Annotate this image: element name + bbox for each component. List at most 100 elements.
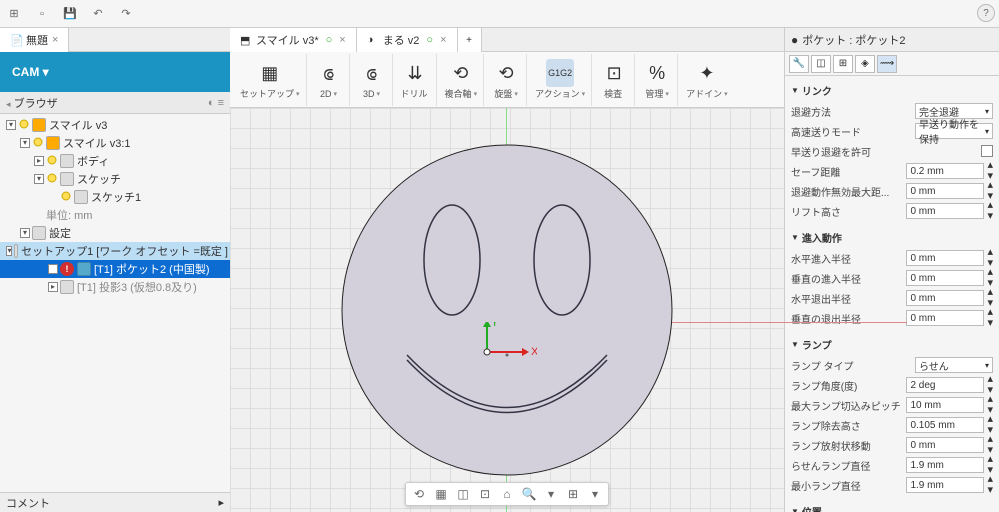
grid-icon[interactable]: ⊞ xyxy=(4,4,24,24)
tree-row[interactable]: ▸[T1] 投影3 (仮想0.8及り) xyxy=(0,278,230,296)
panel-tab-1[interactable]: 🔧 xyxy=(789,55,809,73)
tree-row[interactable]: ▸![T1] ポケット2 (中国製) xyxy=(0,260,230,278)
view-control-btn[interactable]: ▾ xyxy=(586,485,604,503)
new-icon[interactable]: ▫ xyxy=(32,4,52,24)
view-control-btn[interactable]: ⌂ xyxy=(498,485,516,503)
tree-row[interactable]: ▾スケッチ xyxy=(0,170,230,188)
tree-row[interactable]: スケッチ1 xyxy=(0,188,230,206)
view-control-btn[interactable]: 🔍 xyxy=(520,485,538,503)
tree-item-icon xyxy=(60,154,74,168)
undo-icon[interactable]: ↶ xyxy=(88,4,108,24)
tree-twisty[interactable]: ▾ xyxy=(34,174,44,184)
tree-label: スマイル v3:1 xyxy=(63,135,131,151)
viewport-canvas[interactable]: X Y ⟲▦◫⊡⌂🔍▾⊞▾ xyxy=(230,108,784,512)
number-input[interactable]: 0 mm xyxy=(906,203,984,219)
number-input[interactable]: 2 deg xyxy=(906,377,984,393)
tree-row[interactable]: ▸ボディ xyxy=(0,152,230,170)
bulb-icon[interactable] xyxy=(32,137,44,149)
section-header[interactable]: 位置 xyxy=(791,501,993,512)
panel-tab-4[interactable]: ◈ xyxy=(855,55,875,73)
ribbon-アクション[interactable]: G1G2アクション▾ xyxy=(529,54,592,106)
number-input[interactable]: 0.2 mm xyxy=(906,163,984,179)
section-header[interactable]: ランプ xyxy=(791,334,993,355)
save-icon[interactable]: 💾 xyxy=(60,4,80,24)
property-label: ランプ タイプ xyxy=(791,358,915,373)
ribbon-アドイン[interactable]: ✦アドイン▾ xyxy=(680,54,734,106)
view-control-btn[interactable]: ◫ xyxy=(454,485,472,503)
view-control-btn[interactable]: ⊡ xyxy=(476,485,494,503)
view-control-btn[interactable]: ▦ xyxy=(432,485,450,503)
number-input[interactable]: 10 mm xyxy=(906,397,984,413)
ribbon-管理[interactable]: %管理▾ xyxy=(637,54,678,106)
panel-tab-3[interactable]: ⊞ xyxy=(833,55,853,73)
panel-tab-5[interactable]: ⟿ xyxy=(877,55,897,73)
tree-twisty[interactable]: ▾ xyxy=(20,138,30,148)
section-header[interactable]: リンク xyxy=(791,80,993,101)
comment-bar[interactable]: コメント▸ xyxy=(0,492,230,512)
property-label: リフト高さ xyxy=(791,204,906,219)
dropdown[interactable]: らせん▾ xyxy=(915,357,993,373)
number-input[interactable]: 0 mm xyxy=(906,290,984,306)
tree-row[interactable]: ▾設定 xyxy=(0,224,230,242)
spinner[interactable]: ▴▾ xyxy=(987,307,993,329)
bulb-icon[interactable] xyxy=(60,191,72,203)
view-control-btn[interactable]: ⊞ xyxy=(564,485,582,503)
bulb-icon[interactable] xyxy=(46,173,58,185)
tree-row[interactable]: ▾セットアップ1 [ワーク オフセット =既定 ] xyxy=(0,242,230,260)
panel-title: ポケット : ポケット2 xyxy=(802,32,905,48)
close-icon[interactable]: × xyxy=(440,34,446,46)
number-input[interactable]: 0 mm xyxy=(906,270,984,286)
doc-tab[interactable]: ⬒スマイル v3*○× xyxy=(230,28,357,52)
ribbon-セットアップ[interactable]: ▦セットアップ▾ xyxy=(234,54,307,106)
redo-icon[interactable]: ↷ xyxy=(116,4,136,24)
tree-twisty[interactable]: ▸ xyxy=(48,282,58,292)
help-button[interactable]: ? xyxy=(977,4,995,22)
view-control-btn[interactable]: ⟲ xyxy=(410,485,428,503)
spinner[interactable]: ▴▾ xyxy=(987,474,993,496)
tree-twisty[interactable]: ▸ xyxy=(34,156,44,166)
ribbon-複合軸[interactable]: ⟲複合軸▾ xyxy=(439,54,485,106)
property-row: 退避動作無効最大距...0 mm▴▾ xyxy=(791,181,993,201)
tree-twisty[interactable]: ▸ xyxy=(48,264,58,274)
number-input[interactable]: 0.105 mm xyxy=(906,417,984,433)
property-label: 退避方法 xyxy=(791,104,915,119)
ribbon-3D[interactable]: ⟃3D▾ xyxy=(352,54,393,106)
number-input[interactable]: 0 mm xyxy=(906,250,984,266)
number-input[interactable]: 1.9 mm xyxy=(906,477,984,493)
doc-tab[interactable]: 📄無題× xyxy=(0,28,69,52)
number-input[interactable]: 0 mm xyxy=(906,183,984,199)
tree-row[interactable]: ▾スマイル v3 xyxy=(0,116,230,134)
browser-tree: ▾スマイル v3▾スマイル v3:1▸ボディ▾スケッチスケッチ1単位: mm▾設… xyxy=(0,114,230,492)
tree-twisty[interactable]: ▾ xyxy=(6,246,12,256)
property-label: 高速送りモード xyxy=(791,124,915,139)
tree-row[interactable]: ▾ スマイル v3:1 xyxy=(0,134,230,152)
bulb-icon[interactable] xyxy=(18,119,30,131)
panel-tab-2[interactable]: ◫ xyxy=(811,55,831,73)
tree-twisty[interactable]: ▾ xyxy=(6,120,16,130)
number-input[interactable]: 0 mm xyxy=(906,310,984,326)
tree-item-icon xyxy=(60,172,74,186)
ribbon-ドリル[interactable]: ⇊ドリル xyxy=(395,54,437,106)
tree-row[interactable]: 単位: mm xyxy=(0,206,230,224)
ribbon-2D[interactable]: ⟃2D▾ xyxy=(309,54,350,106)
number-input[interactable]: 1.9 mm xyxy=(906,457,984,473)
property-row: 最小ランプ直径1.9 mm▴▾ xyxy=(791,475,993,495)
tree-item-icon xyxy=(14,244,18,258)
ribbon-旋盤[interactable]: ⟲旋盤▾ xyxy=(486,54,527,106)
tree-twisty[interactable]: ▾ xyxy=(20,228,30,238)
property-label: 退避動作無効最大距... xyxy=(791,184,906,199)
section-header[interactable]: 進入動作 xyxy=(791,227,993,248)
close-icon[interactable]: × xyxy=(52,34,58,46)
ribbon-検査[interactable]: ⊡検査 xyxy=(594,54,635,106)
add-tab[interactable]: + xyxy=(458,28,482,52)
property-label: セーフ距離 xyxy=(791,164,906,179)
spinner[interactable]: ▴▾ xyxy=(987,200,993,222)
workspace-selector[interactable]: CAM ▾ xyxy=(0,52,230,92)
close-icon[interactable]: × xyxy=(339,34,345,46)
number-input[interactable]: 0 mm xyxy=(906,437,984,453)
view-control-btn[interactable]: ▾ xyxy=(542,485,560,503)
checkbox[interactable] xyxy=(981,145,993,157)
bulb-icon[interactable] xyxy=(46,155,58,167)
dropdown[interactable]: 早送り動作を保持▾ xyxy=(915,123,993,139)
doc-tab[interactable]: ◑まる v2○× xyxy=(357,28,458,52)
